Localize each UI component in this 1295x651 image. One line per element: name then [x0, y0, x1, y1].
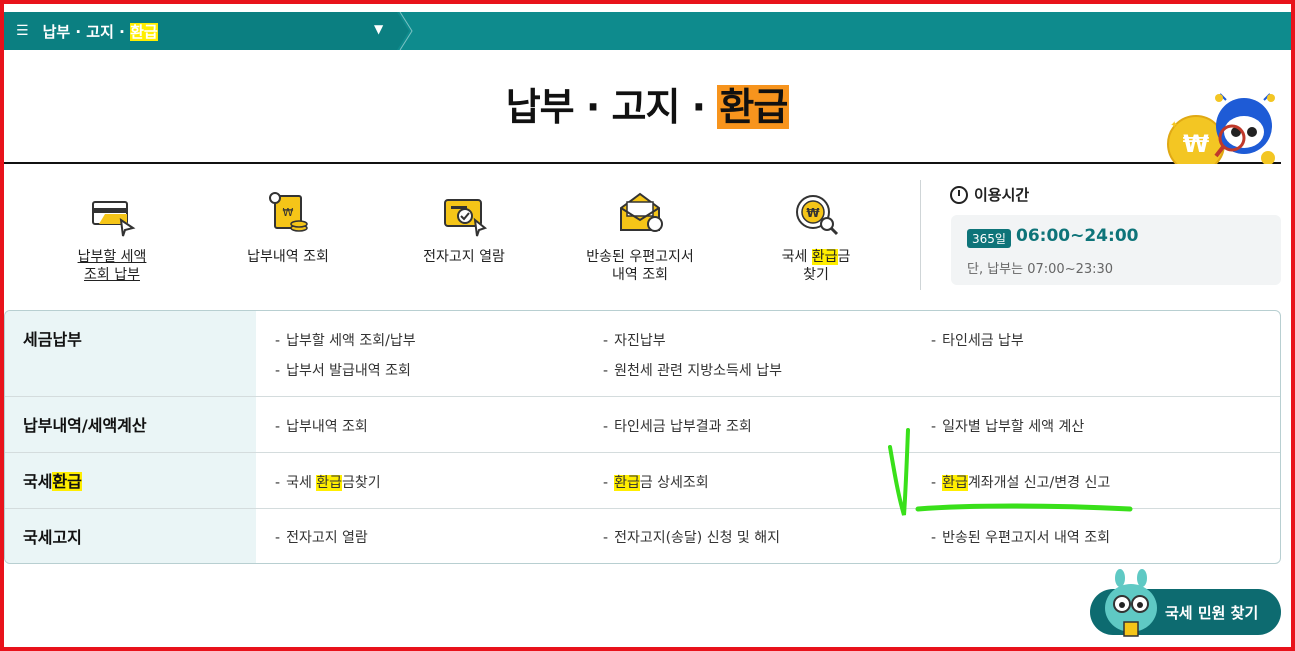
menu-link[interactable]: - 전자고지(송달) 신청 및 해지	[603, 527, 780, 547]
quick-menu: 납부할 세액 조회 납부 ₩ 납부내역 조회 전자고지 열람 반송된 우편고지서…	[24, 186, 904, 286]
menu-row-heading: 납부내역/세액계산	[5, 397, 256, 452]
e-notice-icon	[444, 199, 488, 237]
menu-link[interactable]: - 원천세 관련 지방소득세 납부	[603, 360, 782, 380]
menu-table: 세금납부 - 납부할 세액 조회/납부 - 자진납부 - 타인세금 납부 - 납부서 발…	[4, 310, 1281, 564]
mascot-coin-illustration: ₩ ✦	[1167, 93, 1275, 164]
quick-item-refund-search[interactable]: ₩ 국세 환급금 찾기	[728, 186, 904, 286]
quick-item-label: 납부내역 조회	[247, 249, 329, 265]
menu-link[interactable]: - 납부서 발급내역 조회	[275, 360, 411, 380]
payment-history-icon: ₩	[269, 192, 308, 232]
hamburger-icon[interactable]: ☰	[16, 23, 29, 39]
quick-item-label: 반송된 우편고지서 내역 조회	[586, 249, 694, 283]
menu-row-heading: 국세고지	[5, 509, 256, 563]
menu-row-heading: 세금납부	[5, 311, 256, 396]
service-hours-note: 단, 납부는 07:00~23:30	[967, 262, 1114, 277]
menu-link[interactable]: - 타인세금 납부결과 조회	[603, 416, 752, 436]
menu-link[interactable]: - 환급계좌개설 신고/변경 신고	[931, 472, 1110, 492]
breadcrumb-divider	[399, 12, 413, 50]
mascot-icon	[1105, 569, 1157, 637]
svg-text:₩: ₩	[806, 206, 820, 220]
service-hours-box: 365일 06:00~24:00 단, 납부는 07:00~23:30	[951, 215, 1281, 285]
vertical-divider	[920, 180, 921, 290]
svg-text:₩: ₩	[283, 206, 294, 219]
menu-row-heading: 국세환급	[5, 453, 256, 508]
fab-label: 국세 민원 찾기	[1165, 604, 1259, 622]
menu-row-notice: 국세고지 - 전자고지 열람 - 전자고지(송달) 신청 및 해지 - 반송된 우편고…	[5, 509, 1280, 563]
refund-search-icon: ₩	[796, 195, 839, 236]
menu-row-payment-history: 납부내역/세액계산 - 납부내역 조회 - 타인세금 납부결과 조회 - 일자별 납부…	[5, 397, 1280, 453]
quick-item-e-notice[interactable]: 전자고지 열람	[376, 186, 552, 286]
quick-item-tax-payment[interactable]: 납부할 세액 조회 납부	[24, 186, 200, 286]
breadcrumb-label: 납부 · 고지 · 환급	[42, 22, 158, 41]
top-navigation-bar: ☰ 납부 · 고지 · 환급 ▼	[4, 12, 1291, 50]
svg-text:✦: ✦	[1170, 120, 1178, 131]
returned-mail-icon	[620, 192, 663, 232]
menu-link[interactable]: - 납부할 세액 조회/납부	[275, 330, 416, 350]
quick-item-returned-mail[interactable]: 반송된 우편고지서 내역 조회	[552, 186, 728, 286]
clock-icon	[950, 185, 968, 204]
menu-link[interactable]: - 납부내역 조회	[275, 416, 368, 436]
service-hours-time: 06:00~24:00	[1016, 226, 1139, 246]
menu-link[interactable]: - 환급금 상세조회	[603, 472, 709, 492]
svg-text:₩: ₩	[1183, 130, 1210, 158]
days-badge: 365일	[967, 229, 1011, 248]
quick-item-label: 국세 환급금 찾기	[781, 249, 851, 283]
menu-link[interactable]: - 일자별 납부할 세액 계산	[931, 416, 1084, 436]
menu-link[interactable]: - 반송된 우편고지서 내역 조회	[931, 527, 1110, 547]
title-divider	[4, 162, 1281, 164]
menu-link[interactable]: - 자진납부	[603, 330, 666, 350]
menu-link[interactable]: - 국세 환급금찾기	[275, 472, 381, 492]
quick-item-payment-history[interactable]: ₩ 납부내역 조회	[200, 186, 376, 286]
menu-link[interactable]: - 전자고지 열람	[275, 527, 368, 547]
quick-item-label: 납부할 세액 조회 납부	[77, 249, 147, 283]
menu-link[interactable]: - 타인세금 납부	[931, 330, 1024, 350]
menu-row-refund: 국세환급 - 국세 환급금찾기 - 환급금 상세조회 - 환급계좌개설 신고/변경 신…	[5, 453, 1280, 509]
service-hours-title: 이용시간	[950, 184, 1029, 205]
breadcrumb-dropdown[interactable]: ☰ 납부 · 고지 · 환급 ▼	[4, 12, 397, 50]
quick-item-label: 전자고지 열람	[423, 249, 505, 265]
tax-payment-icon	[92, 201, 136, 237]
page-title: 납부 · 고지 · 환급	[505, 85, 790, 129]
chevron-down-icon[interactable]: ▼	[374, 22, 383, 36]
menu-row-tax-payment: 세금납부 - 납부할 세액 조회/납부 - 자진납부 - 타인세금 납부 - 납부서 발…	[5, 311, 1280, 397]
